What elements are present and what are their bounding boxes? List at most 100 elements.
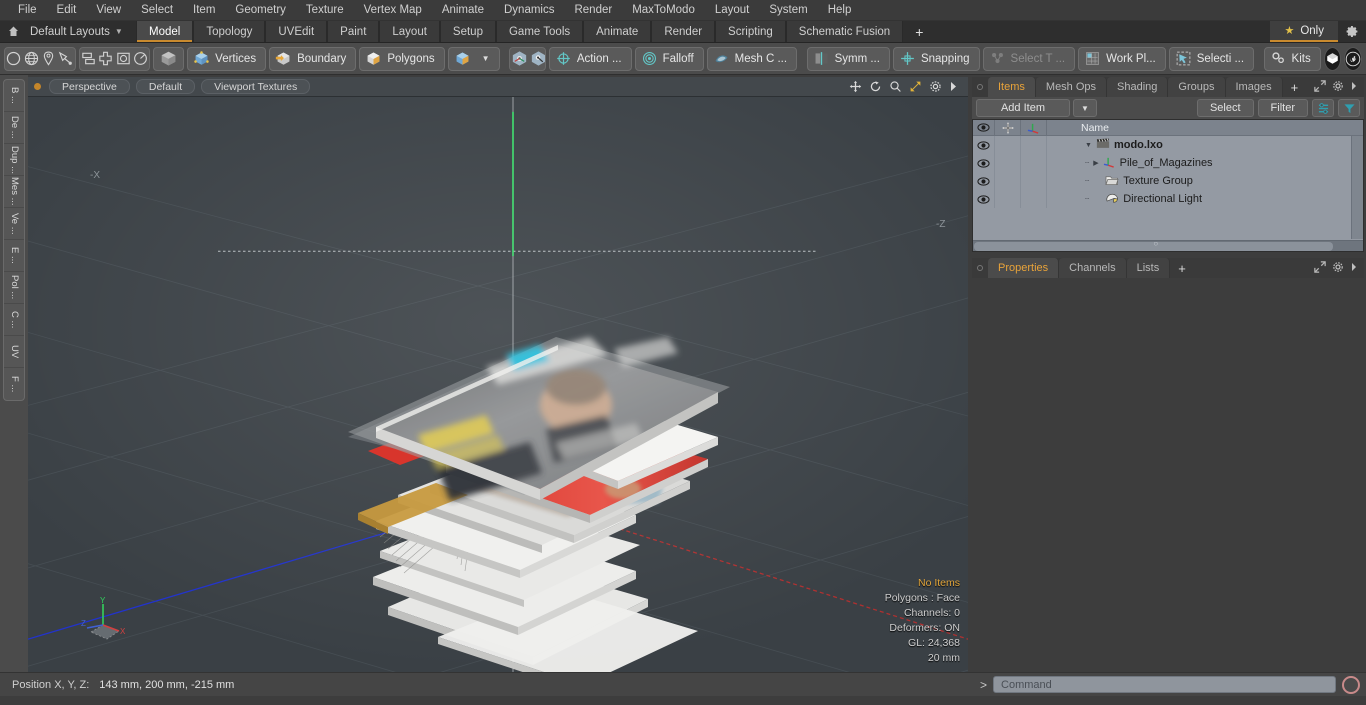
chevron-right-icon[interactable]: ▶ bbox=[1093, 159, 1098, 167]
add-tab-button[interactable]: + bbox=[903, 21, 936, 42]
tab-lists[interactable]: Lists bbox=[1126, 258, 1171, 278]
menu-item-item[interactable]: Item bbox=[183, 1, 225, 20]
polygons-button[interactable]: Polygons bbox=[359, 46, 445, 71]
vtab-curve[interactable]: C ... bbox=[4, 304, 24, 336]
select-through-button[interactable]: Select T ... bbox=[982, 46, 1076, 71]
boundary-button[interactable]: Boundary bbox=[269, 46, 357, 71]
axis-gizmo-alt-icon[interactable] bbox=[529, 48, 545, 70]
gear-icon[interactable] bbox=[929, 80, 942, 93]
menu-item-texture[interactable]: Texture bbox=[296, 1, 354, 20]
chevron-right-icon[interactable] bbox=[949, 81, 958, 92]
scrollbar-thumb[interactable] bbox=[974, 239, 1333, 251]
tab-images[interactable]: Images bbox=[1225, 77, 1283, 97]
viewport-style-button[interactable]: Default bbox=[135, 79, 196, 94]
viewport-projection-button[interactable]: Perspective bbox=[49, 79, 130, 94]
tab-paint[interactable]: Paint bbox=[327, 21, 380, 42]
axis-gizmo-icon[interactable] bbox=[510, 48, 529, 70]
properties-panel-indicator[interactable] bbox=[972, 258, 988, 278]
rotate-icon[interactable] bbox=[869, 80, 882, 93]
zoom-icon[interactable] bbox=[889, 80, 902, 93]
falloff-button[interactable]: Falloff bbox=[634, 46, 704, 71]
tab-scripting[interactable]: Scripting bbox=[715, 21, 786, 42]
gear-icon[interactable] bbox=[1332, 261, 1344, 276]
tab-items[interactable]: Items bbox=[988, 77, 1036, 97]
mesh-constraint-button[interactable]: Mesh C ... bbox=[706, 46, 798, 71]
item-list-horizontal-scrollbar[interactable] bbox=[973, 239, 1363, 251]
row-name-cell[interactable]: ▼ modo.lxo bbox=[1047, 136, 1363, 154]
lasso-select-icon[interactable] bbox=[40, 48, 57, 70]
pan-icon[interactable] bbox=[849, 80, 862, 93]
selection-set-button[interactable]: Selecti ... bbox=[1168, 46, 1255, 71]
row-axis-cell[interactable] bbox=[1021, 190, 1047, 208]
tab-animate[interactable]: Animate bbox=[583, 21, 652, 42]
eye-icon[interactable] bbox=[973, 120, 995, 135]
add-panel-tab-button[interactable]: + bbox=[1283, 77, 1307, 97]
table-row[interactable]: ▼ modo.lxo bbox=[973, 136, 1363, 154]
chevron-down-icon[interactable]: ▼ bbox=[1085, 142, 1092, 149]
tab-properties[interactable]: Properties bbox=[988, 258, 1060, 278]
tab-layout[interactable]: Layout bbox=[379, 21, 440, 42]
filter-button[interactable]: Filter bbox=[1257, 99, 1308, 117]
row-axis-cell[interactable] bbox=[1021, 172, 1047, 190]
menu-item-dynamics[interactable]: Dynamics bbox=[494, 1, 564, 20]
row-visibility-toggle[interactable] bbox=[973, 154, 995, 172]
circle-select-icon[interactable] bbox=[5, 48, 22, 70]
row-name-cell[interactable]: ┄ Texture Group bbox=[1047, 172, 1363, 190]
vertices-button[interactable]: Vertices bbox=[187, 46, 267, 71]
row-lock-cell[interactable] bbox=[995, 154, 1021, 172]
row-lock-cell[interactable] bbox=[995, 172, 1021, 190]
select-button[interactable]: Select bbox=[1196, 99, 1254, 117]
expand-icon[interactable] bbox=[1314, 79, 1326, 95]
snapping-button[interactable]: Snapping bbox=[892, 46, 980, 71]
gear-icon[interactable] bbox=[1332, 80, 1344, 95]
axis-gizmo-widget[interactable]: Y X Z bbox=[73, 594, 143, 654]
menu-item-vertex-map[interactable]: Vertex Map bbox=[354, 1, 432, 20]
paint-select-icon[interactable] bbox=[57, 48, 74, 70]
tab-render[interactable]: Render bbox=[651, 21, 716, 42]
tab-setup[interactable]: Setup bbox=[439, 21, 496, 42]
radial-icon[interactable] bbox=[132, 48, 149, 70]
viewport-indicator[interactable] bbox=[34, 83, 41, 90]
expand-icon[interactable] bbox=[1314, 260, 1326, 276]
unreal-engine-icon[interactable] bbox=[1344, 46, 1363, 71]
vtab-basic[interactable]: B ... bbox=[4, 80, 24, 112]
menu-item-edit[interactable]: Edit bbox=[47, 1, 87, 20]
add-item-dropdown[interactable]: ▼ bbox=[1072, 99, 1097, 117]
default-layouts-dropdown[interactable]: Default Layouts ▼ bbox=[26, 21, 136, 42]
menu-item-file[interactable]: File bbox=[8, 1, 47, 20]
add-properties-tab-button[interactable]: + bbox=[1170, 258, 1194, 278]
vtab-vertex[interactable]: Ve ... bbox=[4, 208, 24, 240]
vtab-uv[interactable]: UV bbox=[4, 336, 24, 368]
tab-game-tools[interactable]: Game Tools bbox=[495, 21, 584, 42]
record-icon[interactable] bbox=[1342, 675, 1360, 694]
add-item-button[interactable]: Add Item bbox=[976, 99, 1070, 117]
tab-uvedit[interactable]: UVEdit bbox=[265, 21, 328, 42]
menu-item-animate[interactable]: Animate bbox=[432, 1, 494, 20]
tab-mesh-ops[interactable]: Mesh Ops bbox=[1035, 77, 1108, 97]
list-options-icon[interactable] bbox=[1312, 99, 1334, 117]
vtab-polygon[interactable]: Pol ... bbox=[4, 272, 24, 304]
panel-indicator[interactable] bbox=[972, 77, 988, 97]
center-icon[interactable] bbox=[97, 48, 114, 70]
gear-icon[interactable] bbox=[1338, 21, 1366, 42]
menu-item-layout[interactable]: Layout bbox=[705, 1, 760, 20]
vtab-mesh-edit[interactable]: Mes ... bbox=[4, 176, 24, 208]
viewport-3d[interactable]: -X -Z Y X Z No Items Polygons : Face Cha… bbox=[28, 97, 968, 672]
home-icon[interactable] bbox=[0, 21, 26, 42]
only-toggle-button[interactable]: ★ Only bbox=[1270, 21, 1338, 42]
align-icon[interactable] bbox=[80, 48, 97, 70]
row-axis-cell[interactable] bbox=[1021, 136, 1047, 154]
tab-schematic-fusion[interactable]: Schematic Fusion bbox=[785, 21, 904, 42]
action-center-button[interactable]: Action ... bbox=[548, 46, 632, 71]
axis-icon[interactable] bbox=[1021, 120, 1047, 135]
bounding-box-icon[interactable] bbox=[114, 48, 131, 70]
tab-groups[interactable]: Groups bbox=[1168, 77, 1226, 97]
command-input[interactable]: Command bbox=[993, 676, 1336, 693]
table-row[interactable]: ┄ Texture Group bbox=[973, 172, 1363, 190]
modo-cube-icon[interactable] bbox=[1323, 46, 1342, 71]
table-row[interactable]: ┄ Directional Light bbox=[973, 190, 1363, 208]
kits-button[interactable]: Kits bbox=[1263, 46, 1321, 71]
vtab-edge[interactable]: E ... bbox=[4, 240, 24, 272]
fit-icon[interactable] bbox=[909, 80, 922, 93]
menu-item-system[interactable]: System bbox=[759, 1, 817, 20]
